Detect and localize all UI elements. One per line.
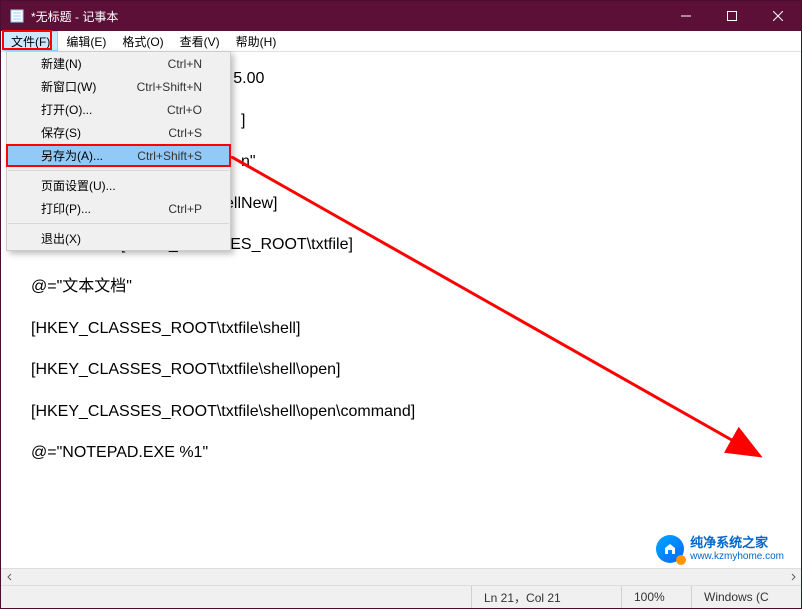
text-line: [HKEY_CLASSES_ROOT\txtfile\shell\open\co…: [31, 391, 771, 433]
menu-item-shortcut: Ctrl+N: [168, 57, 202, 71]
menu-item-new-window[interactable]: 新窗口(W) Ctrl+Shift+N: [7, 75, 230, 98]
menu-item-shortcut: Ctrl+S: [168, 126, 202, 140]
menu-view[interactable]: 查看(V): [172, 31, 228, 51]
text-line: @="NOTEPAD.EXE %1": [31, 432, 771, 474]
menu-item-shortcut: Ctrl+Shift+S: [137, 149, 202, 163]
scroll-left-button[interactable]: [1, 569, 18, 586]
menu-item-shortcut: Ctrl+O: [167, 103, 202, 117]
menu-separator: [8, 223, 229, 224]
menu-item-new[interactable]: 新建(N) Ctrl+N: [7, 52, 230, 75]
watermark: 纯净系统之家 www.kzmyhome.com: [656, 535, 784, 563]
menu-file[interactable]: 文件(F): [3, 31, 58, 51]
menu-item-label: 另存为(A)...: [41, 147, 137, 164]
statusbar: Ln 21，Col 21 100% Windows (C: [1, 585, 801, 608]
minimize-button[interactable]: [663, 1, 709, 31]
menu-item-save[interactable]: 保存(S) Ctrl+S: [7, 121, 230, 144]
file-menu-dropdown: 新建(N) Ctrl+N 新窗口(W) Ctrl+Shift+N 打开(O)..…: [6, 51, 231, 251]
menu-help-label: 帮助(H): [236, 35, 277, 49]
menu-separator: [8, 170, 229, 171]
menu-item-save-as[interactable]: 另存为(A)... Ctrl+Shift+S: [7, 144, 230, 167]
text-line: [HKEY_CLASSES_ROOT\txtfile\shell]: [31, 308, 771, 350]
menu-item-label: 退出(X): [41, 230, 202, 247]
status-zoom: 100%: [621, 586, 691, 608]
window-title: *无标题 - 记事本: [31, 8, 663, 25]
maximize-button[interactable]: [709, 1, 755, 31]
watermark-url: www.kzmyhome.com: [690, 551, 784, 562]
menu-item-exit[interactable]: 退出(X): [7, 227, 230, 250]
horizontal-scrollbar[interactable]: [1, 568, 801, 585]
watermark-title: 纯净系统之家: [690, 536, 784, 550]
menu-item-label: 保存(S): [41, 124, 168, 141]
menu-item-label: 新建(N): [41, 55, 168, 72]
close-button[interactable]: [755, 1, 801, 31]
menu-edit-label: 编辑(E): [66, 35, 106, 49]
menu-item-label: 新窗口(W): [41, 78, 137, 95]
titlebar: *无标题 - 记事本: [1, 1, 801, 31]
scroll-right-button[interactable]: [784, 569, 801, 586]
watermark-icon: [656, 535, 684, 563]
app-icon: [9, 8, 25, 24]
status-position: Ln 21，Col 21: [471, 586, 621, 608]
menu-edit[interactable]: 编辑(E): [58, 31, 114, 51]
menu-item-shortcut: Ctrl+P: [168, 202, 202, 216]
text-line: @="文本文档": [31, 266, 771, 308]
menu-item-label: 页面设置(U)...: [41, 177, 202, 194]
status-eol: Windows (C: [691, 586, 801, 608]
menu-item-print[interactable]: 打印(P)... Ctrl+P: [7, 197, 230, 220]
menu-item-open[interactable]: 打开(O)... Ctrl+O: [7, 98, 230, 121]
menu-help[interactable]: 帮助(H): [228, 31, 285, 51]
menubar: 文件(F) 编辑(E) 格式(O) 查看(V) 帮助(H): [1, 31, 801, 52]
menu-view-label: 查看(V): [180, 35, 220, 49]
menu-item-label: 打开(O)...: [41, 101, 167, 118]
menu-format[interactable]: 格式(O): [114, 31, 171, 51]
text-line: [HKEY_CLASSES_ROOT\txtfile\shell\open]: [31, 349, 771, 391]
menu-format-label: 格式(O): [122, 35, 163, 49]
menu-item-page-setup[interactable]: 页面设置(U)...: [7, 174, 230, 197]
menu-file-label: 文件(F): [11, 35, 50, 49]
menu-item-label: 打印(P)...: [41, 200, 168, 217]
watermark-text: 纯净系统之家 www.kzmyhome.com: [690, 536, 784, 561]
menu-item-shortcut: Ctrl+Shift+N: [137, 80, 202, 94]
